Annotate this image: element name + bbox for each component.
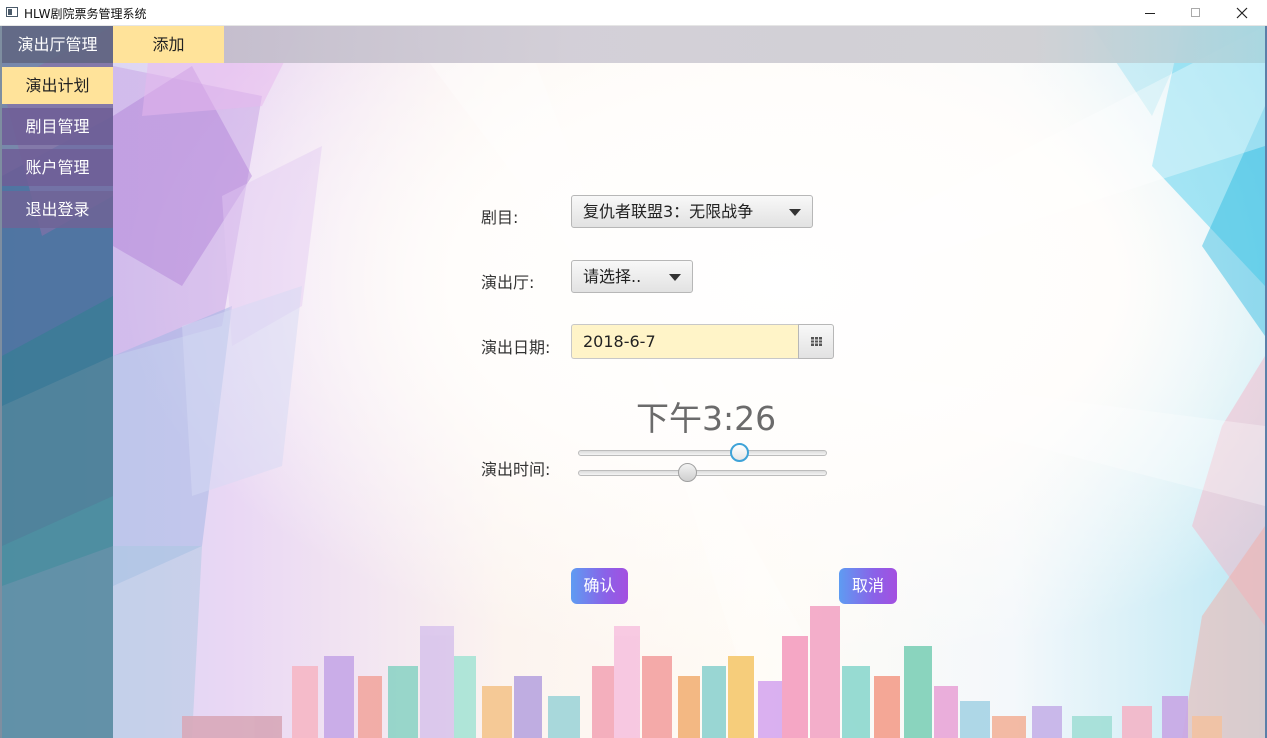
- sidebar-item-hall-management[interactable]: 演出厅管理: [2, 26, 113, 63]
- close-button[interactable]: [1219, 0, 1265, 26]
- hour-slider-track[interactable]: [578, 450, 827, 456]
- calendar-icon: [811, 337, 822, 346]
- close-icon: [1236, 7, 1248, 19]
- window-title-bar: HLW剧院票务管理系统: [0, 0, 1267, 26]
- top-tab-bar: [113, 26, 1265, 63]
- play-select-value: 复仇者联盟3：无限战争: [583, 202, 754, 221]
- minute-slider-handle[interactable]: [678, 463, 698, 482]
- background-illustration: [2, 26, 1265, 738]
- time-label: 演出时间:: [481, 460, 551, 479]
- hall-select-value: 请选择..: [583, 267, 642, 286]
- sidebar: 演出厅管理 演出计划 剧目管理 账户管理 退出登录: [2, 26, 113, 738]
- window-title: HLW剧院票务管理系统: [24, 7, 147, 21]
- cancel-button[interactable]: 取消: [839, 568, 897, 604]
- tab-add[interactable]: 添加: [113, 26, 224, 63]
- sidebar-item-logout[interactable]: 退出登录: [2, 191, 113, 228]
- chevron-down-icon: [669, 274, 681, 281]
- date-picker-button[interactable]: [798, 324, 834, 359]
- date-input[interactable]: 2018-6-7: [571, 324, 799, 359]
- play-select[interactable]: 复仇者联盟3：无限战争: [571, 195, 813, 228]
- minimize-icon: [1145, 13, 1155, 14]
- date-label: 演出日期:: [481, 338, 551, 357]
- hall-select[interactable]: 请选择..: [571, 260, 693, 293]
- minute-slider-track[interactable]: [578, 470, 827, 476]
- chevron-down-icon: [789, 209, 801, 216]
- hall-label: 演出厅:: [481, 273, 535, 292]
- sidebar-item-play-management[interactable]: 剧目管理: [2, 108, 113, 145]
- confirm-button[interactable]: 确认: [571, 568, 628, 604]
- maximize-button[interactable]: [1173, 0, 1219, 26]
- background-art: [2, 26, 1265, 738]
- minimize-button[interactable]: [1127, 0, 1173, 26]
- sidebar-item-account-management[interactable]: 账户管理: [2, 149, 113, 186]
- app-icon: [6, 7, 18, 17]
- time-display: 下午3:26: [636, 399, 777, 438]
- maximize-icon: [1191, 8, 1200, 17]
- sidebar-item-performance-plan[interactable]: 演出计划: [2, 67, 113, 104]
- play-label: 剧目:: [481, 208, 519, 227]
